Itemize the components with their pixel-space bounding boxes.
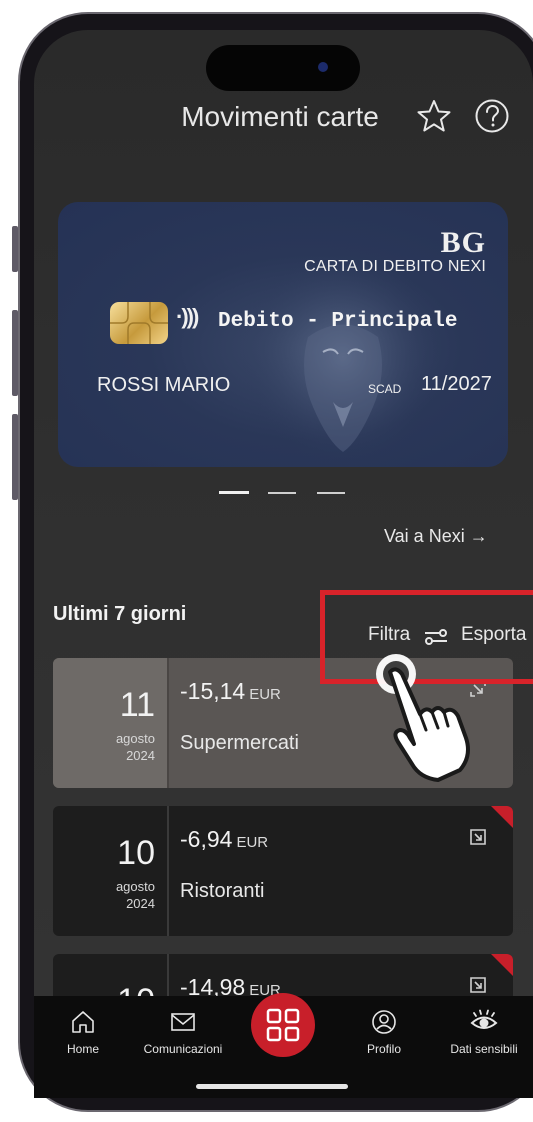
- section-title: Ultimi 7 giorni: [53, 603, 187, 625]
- divider: [167, 806, 169, 936]
- transaction-category: Supermercati: [180, 732, 299, 754]
- transaction-month: agosto: [115, 879, 155, 894]
- currency-label: EUR: [249, 686, 281, 703]
- eye-icon: [470, 1009, 498, 1029]
- debit-card[interactable]: BG CARTA DI DEBITO NEXI ·))) Debito - Pr…: [58, 202, 508, 467]
- transaction-year: 2024: [126, 896, 155, 911]
- grid-icon: [266, 1008, 300, 1042]
- transaction-row[interactable]: 10 agosto 2024 -6,94 EUR Ristoranti: [53, 806, 513, 936]
- nav-menu-button[interactable]: [251, 993, 315, 1057]
- transaction-amount: -6,94 EUR: [180, 826, 268, 853]
- nav-profilo[interactable]: Profilo: [356, 1008, 412, 1056]
- carousel-dot[interactable]: [268, 492, 296, 494]
- expiry-label: SCAD: [368, 382, 402, 396]
- card-name: Debito - Principale: [218, 310, 458, 333]
- help-icon[interactable]: [474, 98, 510, 134]
- page-title: Movimenti carte: [181, 101, 379, 132]
- app-screen: [34, 30, 533, 1098]
- carousel-dot-active[interactable]: [219, 491, 249, 494]
- camera-dot: [318, 62, 328, 72]
- pointing-hand-icon: [376, 654, 470, 782]
- transaction-category: Ristoranti: [180, 880, 265, 902]
- open-detail-icon[interactable]: [469, 976, 487, 994]
- card-holder: ROSSI MARIO: [97, 374, 231, 396]
- contactless-icon: ·))): [176, 304, 199, 329]
- divider: [167, 658, 169, 788]
- vai-a-nexi-link[interactable]: Vai a Nexi →: [384, 526, 488, 547]
- transaction-day: 10: [117, 834, 155, 872]
- expiry-date: 11/2027: [421, 373, 492, 395]
- nav-dati-sensibili[interactable]: Dati sensibili: [440, 1008, 528, 1056]
- transaction-date-box: 10 agosto 2024: [53, 806, 167, 936]
- nav-label: Comunicazioni: [143, 1042, 223, 1056]
- transaction-day: 11: [119, 686, 155, 724]
- issuer-logo: BG: [440, 226, 486, 259]
- star-icon[interactable]: [416, 98, 452, 134]
- unread-corner-marker: [491, 806, 513, 828]
- currency-label: EUR: [236, 834, 269, 851]
- nav-label: Dati sensibili: [450, 1042, 518, 1056]
- transaction-month-year: agosto 2024: [116, 730, 155, 764]
- transaction-amount: -15,14 EUR: [180, 678, 281, 705]
- mail-icon: [171, 1013, 195, 1031]
- unread-corner-marker: [491, 954, 513, 976]
- nav-label: Home: [66, 1042, 99, 1056]
- transaction-date-box: 11 agosto 2024: [53, 658, 167, 788]
- carousel-dot[interactable]: [317, 492, 345, 494]
- home-icon: [72, 1011, 94, 1033]
- amount-value: -6,94: [180, 826, 233, 852]
- dynamic-island: [206, 45, 360, 91]
- card-type-label: CARTA DI DEBITO NEXI: [304, 258, 486, 275]
- open-detail-icon[interactable]: [469, 828, 487, 846]
- nav-comunicazioni[interactable]: Comunicazioni: [133, 1008, 233, 1056]
- transaction-month-year: agosto 2024: [116, 878, 155, 912]
- home-indicator[interactable]: [196, 1084, 348, 1089]
- nav-home[interactable]: Home: [56, 1008, 110, 1056]
- nav-label: Profilo: [366, 1042, 401, 1056]
- transaction-month: agosto: [115, 731, 155, 746]
- profile-icon: [372, 1010, 396, 1034]
- chip-icon: [110, 302, 168, 344]
- transaction-year: 2024: [126, 748, 155, 763]
- amount-value: -15,14: [180, 678, 246, 704]
